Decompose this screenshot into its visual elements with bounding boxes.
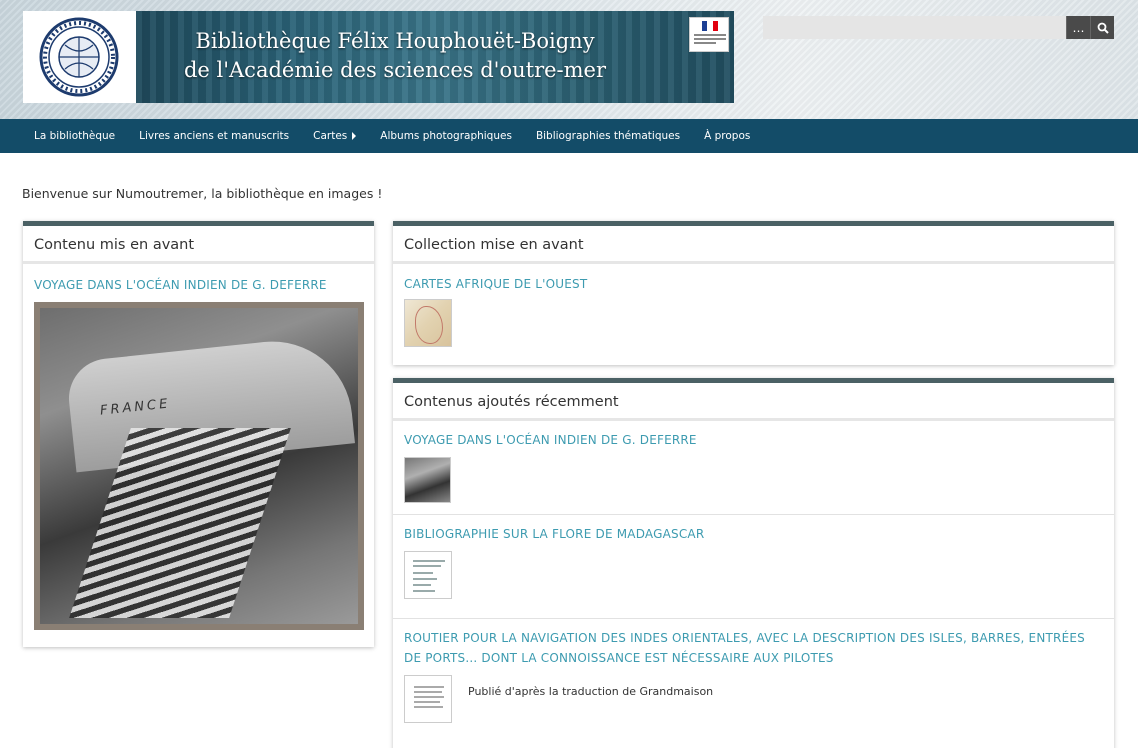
main-nav: La bibliothèque Livres anciens et manusc…	[0, 119, 1138, 153]
recent-item-link[interactable]: Bibliographie sur la flore de Madagascar	[404, 524, 1104, 544]
search-input[interactable]	[763, 16, 1066, 39]
recent-item-link[interactable]: Routier pour la navigation des Indes ori…	[404, 628, 1104, 668]
welcome-text: Bienvenue sur Numoutremer, la bibliothèq…	[22, 186, 383, 201]
recent-item-thumbnail[interactable]	[404, 551, 452, 599]
list-item: Voyage dans l'Océan Indien de G. Deferre	[393, 421, 1114, 515]
nav-item-albums[interactable]: Albums photographiques	[368, 130, 524, 142]
caret-right-icon	[352, 132, 357, 140]
nav-item-cartes[interactable]: Cartes	[301, 130, 368, 142]
nav-item-livres-anciens[interactable]: Livres anciens et manuscrits	[127, 130, 301, 142]
collection-link[interactable]: Cartes Afrique de l'Ouest	[404, 274, 1103, 294]
academy-seal-logo[interactable]	[23, 11, 136, 103]
list-item: Bibliographie sur la flore de Madagascar	[393, 515, 1114, 619]
list-item: Routier pour la navigation des Indes ori…	[393, 619, 1114, 748]
search-options-button[interactable]: …	[1066, 16, 1090, 39]
featured-item-link[interactable]: Voyage dans l'Océan Indien de G. Deferre	[34, 275, 363, 295]
featured-photo[interactable]: FRANCE	[34, 302, 364, 630]
nav-item-bibliographies[interactable]: Bibliographies thématiques	[524, 130, 692, 142]
panel-title: Contenus ajoutés récemment	[393, 383, 1114, 421]
search-icon	[1097, 22, 1109, 34]
panel-title: Contenu mis en avant	[23, 226, 374, 264]
collection-map-thumbnail[interactable]	[404, 299, 452, 347]
search-button[interactable]	[1090, 16, 1114, 39]
recent-item-thumbnail[interactable]	[404, 675, 452, 723]
panel-title: Collection mise en avant	[393, 226, 1114, 264]
seal-icon	[39, 17, 119, 97]
search-bar: …	[763, 16, 1114, 39]
nav-item-a-propos[interactable]: À propos	[692, 130, 762, 142]
featured-collection-panel: Collection mise en avant Cartes Afrique …	[393, 221, 1114, 365]
republique-francaise-logo	[689, 17, 729, 52]
recent-content-panel: Contenus ajoutés récemment Voyage dans l…	[393, 378, 1114, 748]
nav-item-bibliotheque[interactable]: La bibliothèque	[22, 130, 127, 142]
recent-item-description: Publié d'après la traduction de Grandmai…	[468, 685, 714, 698]
recent-item-link[interactable]: Voyage dans l'Océan Indien de G. Deferre	[404, 430, 1104, 450]
banner-title: Bibliothèque Félix Houphouët-Boigny de l…	[183, 29, 607, 82]
library-banner[interactable]: Bibliothèque Félix Houphouët-Boigny de l…	[136, 11, 734, 103]
recent-item-thumbnail[interactable]	[404, 457, 451, 503]
featured-content-panel: Contenu mis en avant Voyage dans l'Océan…	[23, 221, 374, 647]
ellipsis-icon: …	[1072, 20, 1085, 35]
